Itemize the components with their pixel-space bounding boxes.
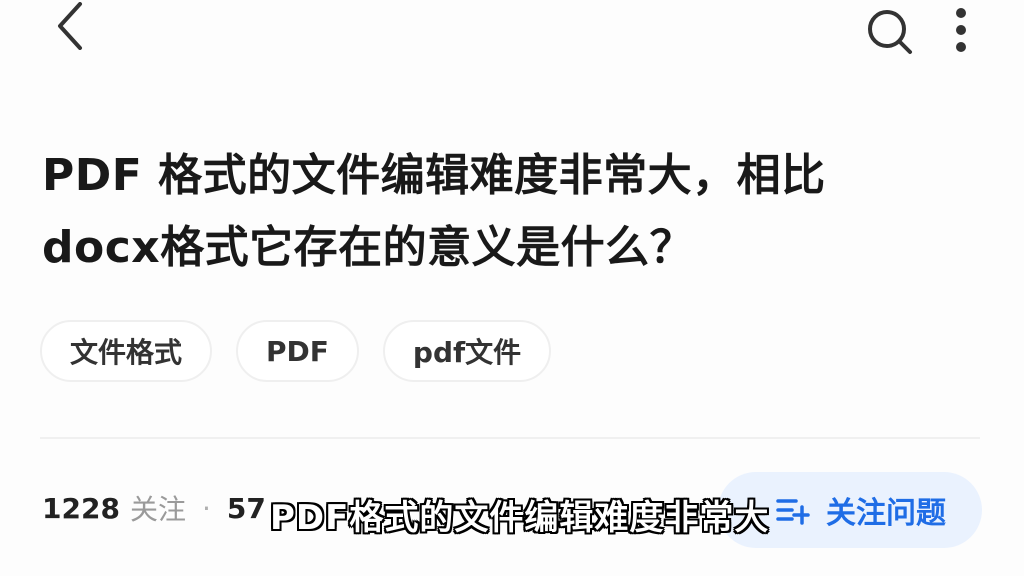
more-options-button[interactable]: [944, 4, 978, 58]
search-button[interactable]: [862, 4, 916, 58]
divider: [40, 437, 980, 439]
question-title-line-2: docx格式它存在的意义是什么？: [42, 222, 695, 273]
video-subtitle: PDF格式的文件编辑难度非常大: [270, 498, 770, 538]
search-icon: [868, 10, 912, 54]
topic-tag-pdf[interactable]: PDF: [236, 320, 359, 382]
chevron-left-icon: [58, 2, 82, 50]
question-screen: PDF 格式的文件编辑难度非常大，相比 docx格式它存在的意义是什么？ 文件格…: [0, 0, 1024, 576]
more-vertical-icon: [956, 8, 966, 52]
follow-list-add-icon: [776, 499, 810, 525]
question-stats: 1228 关注 · 57: [42, 488, 266, 528]
topic-tag-file-format[interactable]: 文件格式: [40, 320, 213, 382]
question-title-line-1: PDF 格式的文件编辑难度非常大，相比: [42, 150, 826, 201]
topic-tags: 文件格式 PDF pdf文件: [40, 320, 552, 382]
question-title[interactable]: PDF 格式的文件编辑难度非常大，相比 docx格式它存在的意义是什么？: [42, 140, 962, 284]
followers-label: 关注: [129, 493, 186, 526]
topic-tag-pdf-file[interactable]: pdf文件: [382, 320, 552, 382]
followers-count: 1228: [42, 491, 120, 525]
second-stat-count: 57: [226, 491, 266, 525]
stats-separator: ·: [201, 491, 211, 525]
follow-question-label: 关注问题: [826, 496, 946, 531]
back-button[interactable]: [46, 2, 94, 50]
